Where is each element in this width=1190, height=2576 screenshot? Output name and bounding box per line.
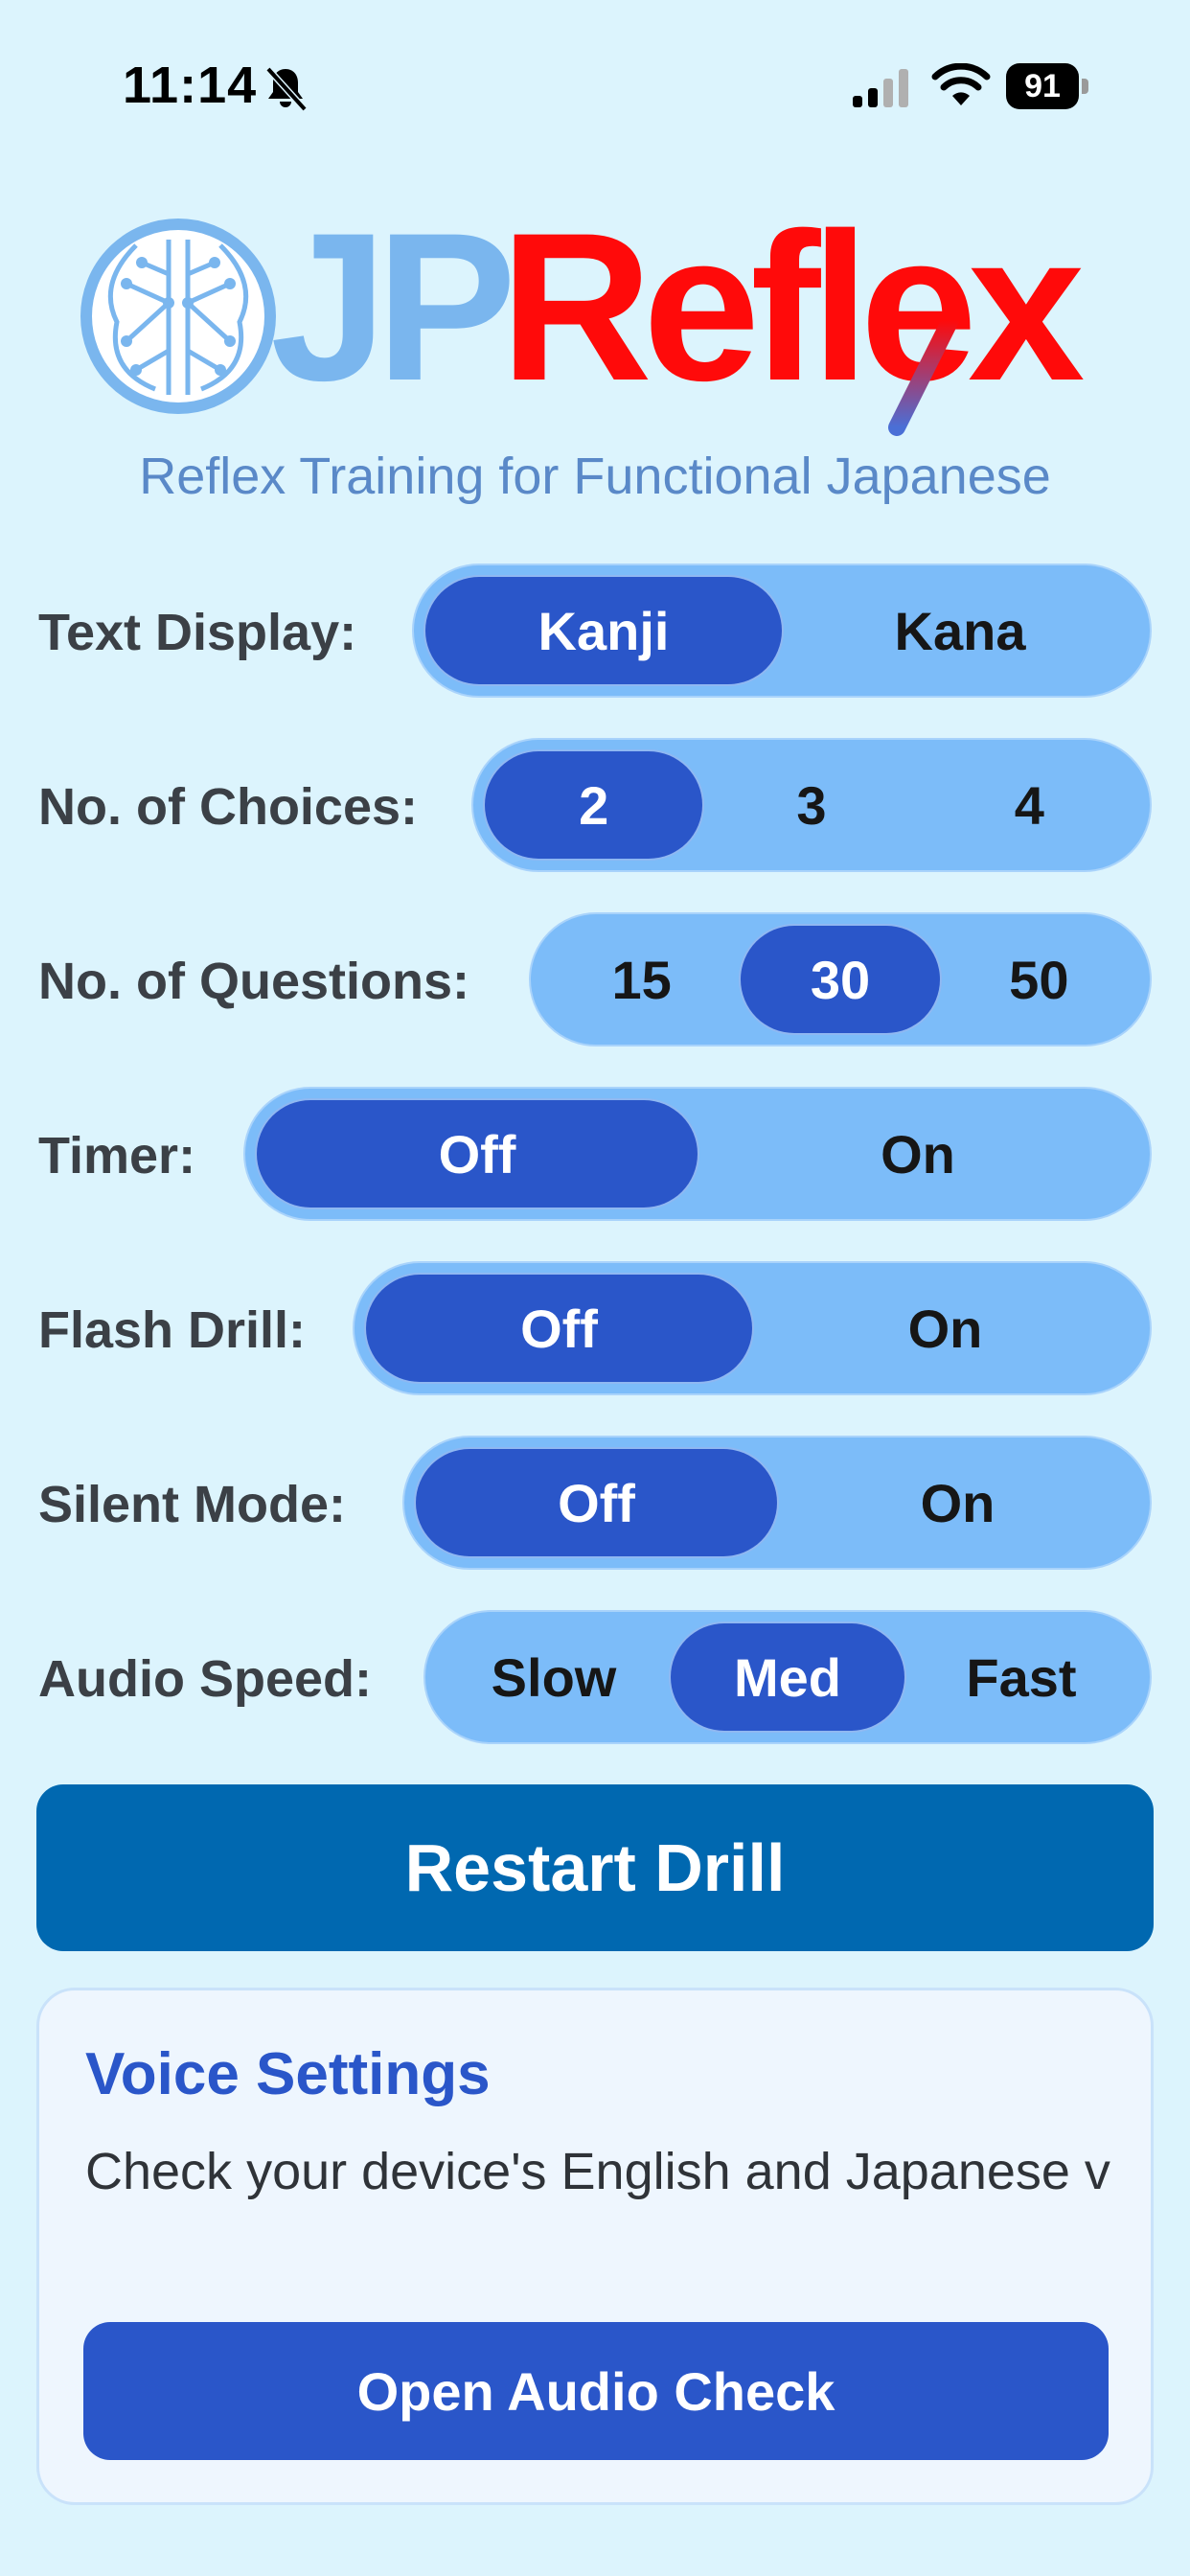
cellular-signal-icon: [853, 69, 908, 107]
logo-reflex-text: Reflex: [500, 189, 1085, 425]
wifi-icon: [931, 63, 991, 105]
battery-icon: 91: [1006, 63, 1088, 109]
text-display-segmented-control: Kanji Kana: [412, 564, 1152, 698]
open-audio-check-button[interactable]: Open Audio Check: [83, 2322, 1109, 2460]
voice-settings-description: Check your device's English and Japanese…: [85, 2143, 1110, 2200]
choices-label: No. of Choices:: [38, 778, 419, 836]
silent-mode-option-on[interactable]: On: [777, 1449, 1138, 1556]
setting-timer: Timer: Off On: [0, 1087, 1190, 1225]
setting-text-display: Text Display: Kanji Kana: [0, 564, 1190, 702]
timer-option-on[interactable]: On: [698, 1100, 1138, 1208]
voice-settings-card: Voice Settings Check your device's Engli…: [36, 1988, 1154, 2505]
text-display-option-kanji[interactable]: Kanji: [425, 577, 782, 684]
battery-cap: [1082, 79, 1088, 94]
app-logo: JP Reflex: [79, 201, 1133, 456]
battery-level: 91: [1006, 63, 1079, 109]
app-tagline: Reflex Training for Functional Japanese: [139, 448, 1051, 505]
questions-option-50[interactable]: 50: [940, 926, 1138, 1033]
audio-speed-option-med[interactable]: Med: [671, 1623, 904, 1731]
audio-speed-option-fast[interactable]: Fast: [904, 1623, 1138, 1731]
flash-drill-label: Flash Drill:: [38, 1301, 307, 1359]
setting-flash-drill: Flash Drill: Off On: [0, 1261, 1190, 1399]
voice-settings-title: Voice Settings: [85, 2041, 491, 2107]
status-time: 11:14: [123, 57, 258, 114]
setting-questions: No. of Questions: 15 30 50: [0, 912, 1190, 1050]
flash-drill-segmented-control: Off On: [353, 1261, 1152, 1395]
timer-segmented-control: Off On: [243, 1087, 1152, 1221]
setting-audio-speed: Audio Speed: Slow Med Fast: [0, 1610, 1190, 1748]
flash-drill-option-on[interactable]: On: [752, 1275, 1138, 1382]
choices-option-2[interactable]: 2: [485, 751, 703, 859]
audio-speed-segmented-control: Slow Med Fast: [423, 1610, 1152, 1744]
timer-label: Timer:: [38, 1127, 196, 1184]
audio-speed-option-slow[interactable]: Slow: [437, 1623, 671, 1731]
audio-speed-label: Audio Speed:: [38, 1650, 372, 1708]
brain-icon: [80, 218, 276, 414]
questions-option-15[interactable]: 15: [542, 926, 741, 1033]
text-display-option-kana[interactable]: Kana: [782, 577, 1138, 684]
restart-drill-button[interactable]: Restart Drill: [36, 1784, 1154, 1951]
silent-mode-segmented-control: Off On: [402, 1436, 1152, 1570]
setting-silent-mode: Silent Mode: Off On: [0, 1436, 1190, 1574]
choices-option-3[interactable]: 3: [702, 751, 920, 859]
silent-mode-option-off[interactable]: Off: [416, 1449, 777, 1556]
text-display-label: Text Display:: [38, 604, 357, 661]
choices-segmented-control: 2 3 4: [471, 738, 1152, 872]
setting-choices: No. of Choices: 2 3 4: [0, 738, 1190, 876]
timer-option-off[interactable]: Off: [257, 1100, 698, 1208]
questions-label: No. of Questions:: [38, 953, 469, 1010]
choices-option-4[interactable]: 4: [921, 751, 1138, 859]
status-bar: 11:14 91: [0, 0, 1190, 172]
flash-drill-option-off[interactable]: Off: [366, 1275, 752, 1382]
silent-mode-label: Silent Mode:: [38, 1476, 346, 1533]
logo-jp-text: JP: [270, 189, 516, 425]
questions-segmented-control: 15 30 50: [529, 912, 1152, 1046]
logo-accent-stroke: [888, 314, 959, 436]
questions-option-30[interactable]: 30: [741, 926, 940, 1033]
bell-slash-icon: [265, 66, 308, 112]
